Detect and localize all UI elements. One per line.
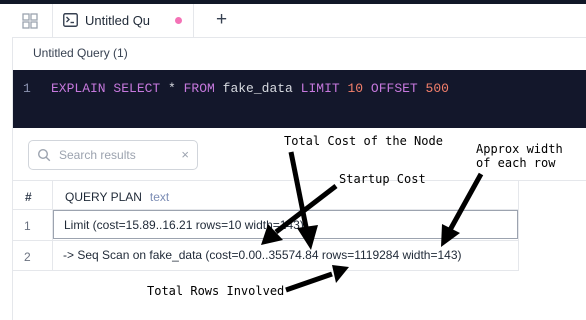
tab-label: Untitled Qu <box>85 13 151 28</box>
column-type: text <box>149 190 170 204</box>
add-tab-button[interactable]: + <box>216 10 227 30</box>
annotation-approx-width-1: Approx width <box>476 142 563 156</box>
annotation-approx-width-2: of each row <box>476 156 556 170</box>
code-token: OFFSET <box>370 81 418 96</box>
search-icon <box>37 148 51 162</box>
search-input[interactable] <box>59 147 175 163</box>
code-token: 500 <box>425 81 449 96</box>
column-right-edge <box>518 181 519 271</box>
clear-search-icon[interactable]: × <box>181 147 189 162</box>
code-token: LIMIT <box>300 81 340 96</box>
grid-icon[interactable] <box>22 13 38 29</box>
search-box: × <box>28 140 198 170</box>
query-plan-header[interactable]: QUERY PLAN text <box>65 190 169 204</box>
row-number-header: # <box>25 190 32 204</box>
column-name: QUERY PLAN <box>65 190 142 204</box>
code-token: 10 <box>347 81 364 96</box>
tab-untitled-query[interactable]: Untitled Qu <box>52 4 194 37</box>
row-number: 1 <box>24 219 31 233</box>
row-divider <box>13 270 519 271</box>
code-token: fake_data <box>214 81 301 96</box>
results-divider <box>13 180 586 181</box>
sql-editor[interactable]: 1 EXPLAIN SELECT * FROM fake_data LIMIT … <box>13 70 586 128</box>
tab-bar: Untitled Qu + <box>0 4 586 38</box>
table-cell[interactable]: -> Seq Scan on fake_data (cost=0.00..355… <box>53 241 518 270</box>
annotation-startup-cost: Startup Cost <box>339 172 426 186</box>
row-number: 2 <box>24 250 31 264</box>
code-line: EXPLAIN SELECT * FROM fake_data LIMIT 10… <box>51 81 449 96</box>
query-title: Untitled Query (1) <box>33 46 128 60</box>
code-token: FROM <box>183 81 215 96</box>
code-token: * <box>160 81 184 96</box>
left-gutter <box>0 37 13 320</box>
annotation-total-rows: Total Rows Involved <box>147 284 285 298</box>
terminal-icon <box>63 13 78 27</box>
annotation-total-cost: Total Cost of the Node <box>284 134 443 148</box>
line-number: 1 <box>23 81 31 96</box>
unsaved-indicator <box>175 17 182 24</box>
code-token: EXPLAIN SELECT <box>51 81 161 96</box>
table-cell[interactable]: Limit (cost=15.89..16.21 rows=10 width=1… <box>53 210 518 239</box>
